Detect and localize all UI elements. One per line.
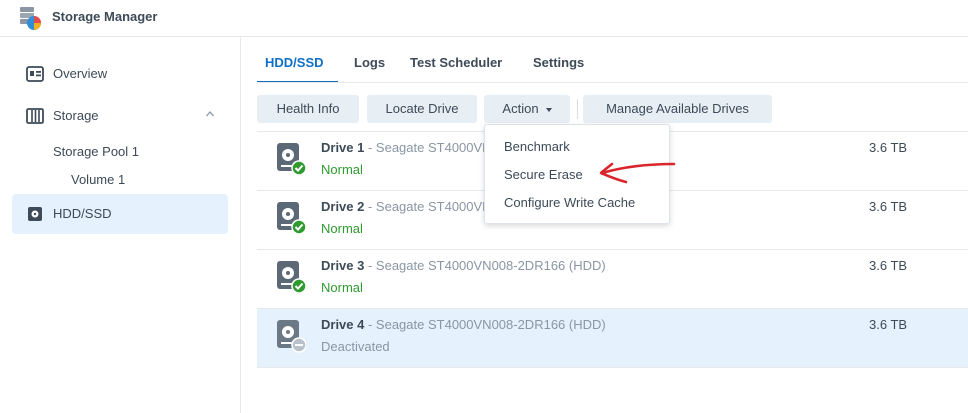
drive-status: Normal bbox=[321, 280, 363, 295]
sidebar-item-label: Storage bbox=[53, 108, 99, 123]
drive-name: Drive 3 - Seagate ST4000VN008-2DR166 (HD… bbox=[321, 258, 606, 273]
drive-size: 3.6 TB bbox=[869, 258, 908, 273]
health-info-button[interactable]: Health Info bbox=[257, 95, 359, 123]
storage-icon bbox=[26, 108, 44, 124]
app-title: Storage Manager bbox=[52, 9, 158, 24]
drive-status: Normal bbox=[321, 162, 363, 177]
drive-status: Normal bbox=[321, 221, 363, 236]
tab-logs[interactable]: Logs bbox=[354, 55, 385, 70]
sidebar-item-volume-1[interactable]: Volume 1 bbox=[71, 172, 125, 187]
menu-item-configure-write-cache[interactable]: Configure Write Cache bbox=[504, 195, 635, 210]
action-dropdown-button[interactable]: Action bbox=[484, 95, 570, 123]
sidebar-item-label: Overview bbox=[53, 66, 108, 81]
sidebar-item-storage-pool-1[interactable]: Storage Pool 1 bbox=[53, 144, 139, 159]
tab-test-scheduler[interactable]: Test Scheduler bbox=[410, 55, 502, 70]
action-button-label: Action bbox=[502, 101, 539, 116]
drive-icon bbox=[277, 320, 306, 353]
menu-item-secure-erase[interactable]: Secure Erase bbox=[504, 167, 583, 182]
table-row-selected[interactable]: Drive 4 - Seagate ST4000VN008-2DR166 (HD… bbox=[257, 309, 968, 367]
sidebar-item-storage[interactable]: Storage bbox=[12, 96, 228, 136]
drive-size: 3.6 TB bbox=[869, 140, 908, 155]
sidebar: Overview Storage Storage Pool 1 Volume 1… bbox=[0, 37, 241, 413]
sidebar-item-hdd-ssd[interactable]: HDD/SSD bbox=[12, 194, 228, 234]
storage-manager-app-icon bbox=[20, 7, 41, 30]
drive-icon bbox=[277, 261, 306, 294]
overview-icon bbox=[26, 66, 44, 82]
locate-drive-button[interactable]: Locate Drive bbox=[367, 95, 477, 123]
sidebar-item-label: HDD/SSD bbox=[53, 206, 112, 221]
table-row[interactable]: Drive 3 - Seagate ST4000VN008-2DR166 (HD… bbox=[257, 250, 968, 308]
sidebar-item-overview[interactable]: Overview bbox=[12, 54, 228, 94]
manage-available-drives-button[interactable]: Manage Available Drives bbox=[583, 95, 772, 123]
main-panel: HDD/SSD Logs Test Scheduler Settings Hea… bbox=[241, 37, 968, 413]
list-divider bbox=[257, 367, 968, 368]
title-bar: Storage Manager bbox=[0, 0, 968, 37]
drive-icon bbox=[277, 202, 306, 235]
drive-name: Drive 4 - Seagate ST4000VN008-2DR166 (HD… bbox=[321, 317, 606, 332]
toolbar-separator bbox=[577, 99, 578, 119]
tab-divider bbox=[257, 82, 968, 83]
drive-icon bbox=[277, 143, 306, 176]
chevron-up-icon[interactable] bbox=[206, 110, 214, 118]
hdd-icon bbox=[28, 207, 42, 221]
drive-size: 3.6 TB bbox=[869, 199, 908, 214]
tab-hdd-ssd[interactable]: HDD/SSD bbox=[265, 55, 324, 70]
drive-status: Deactivated bbox=[321, 339, 390, 354]
drive-size: 3.6 TB bbox=[869, 317, 908, 332]
annotation-arrow bbox=[599, 162, 676, 184]
menu-item-benchmark[interactable]: Benchmark bbox=[504, 139, 570, 154]
tab-settings[interactable]: Settings bbox=[533, 55, 584, 70]
caret-down-icon bbox=[545, 107, 552, 112]
